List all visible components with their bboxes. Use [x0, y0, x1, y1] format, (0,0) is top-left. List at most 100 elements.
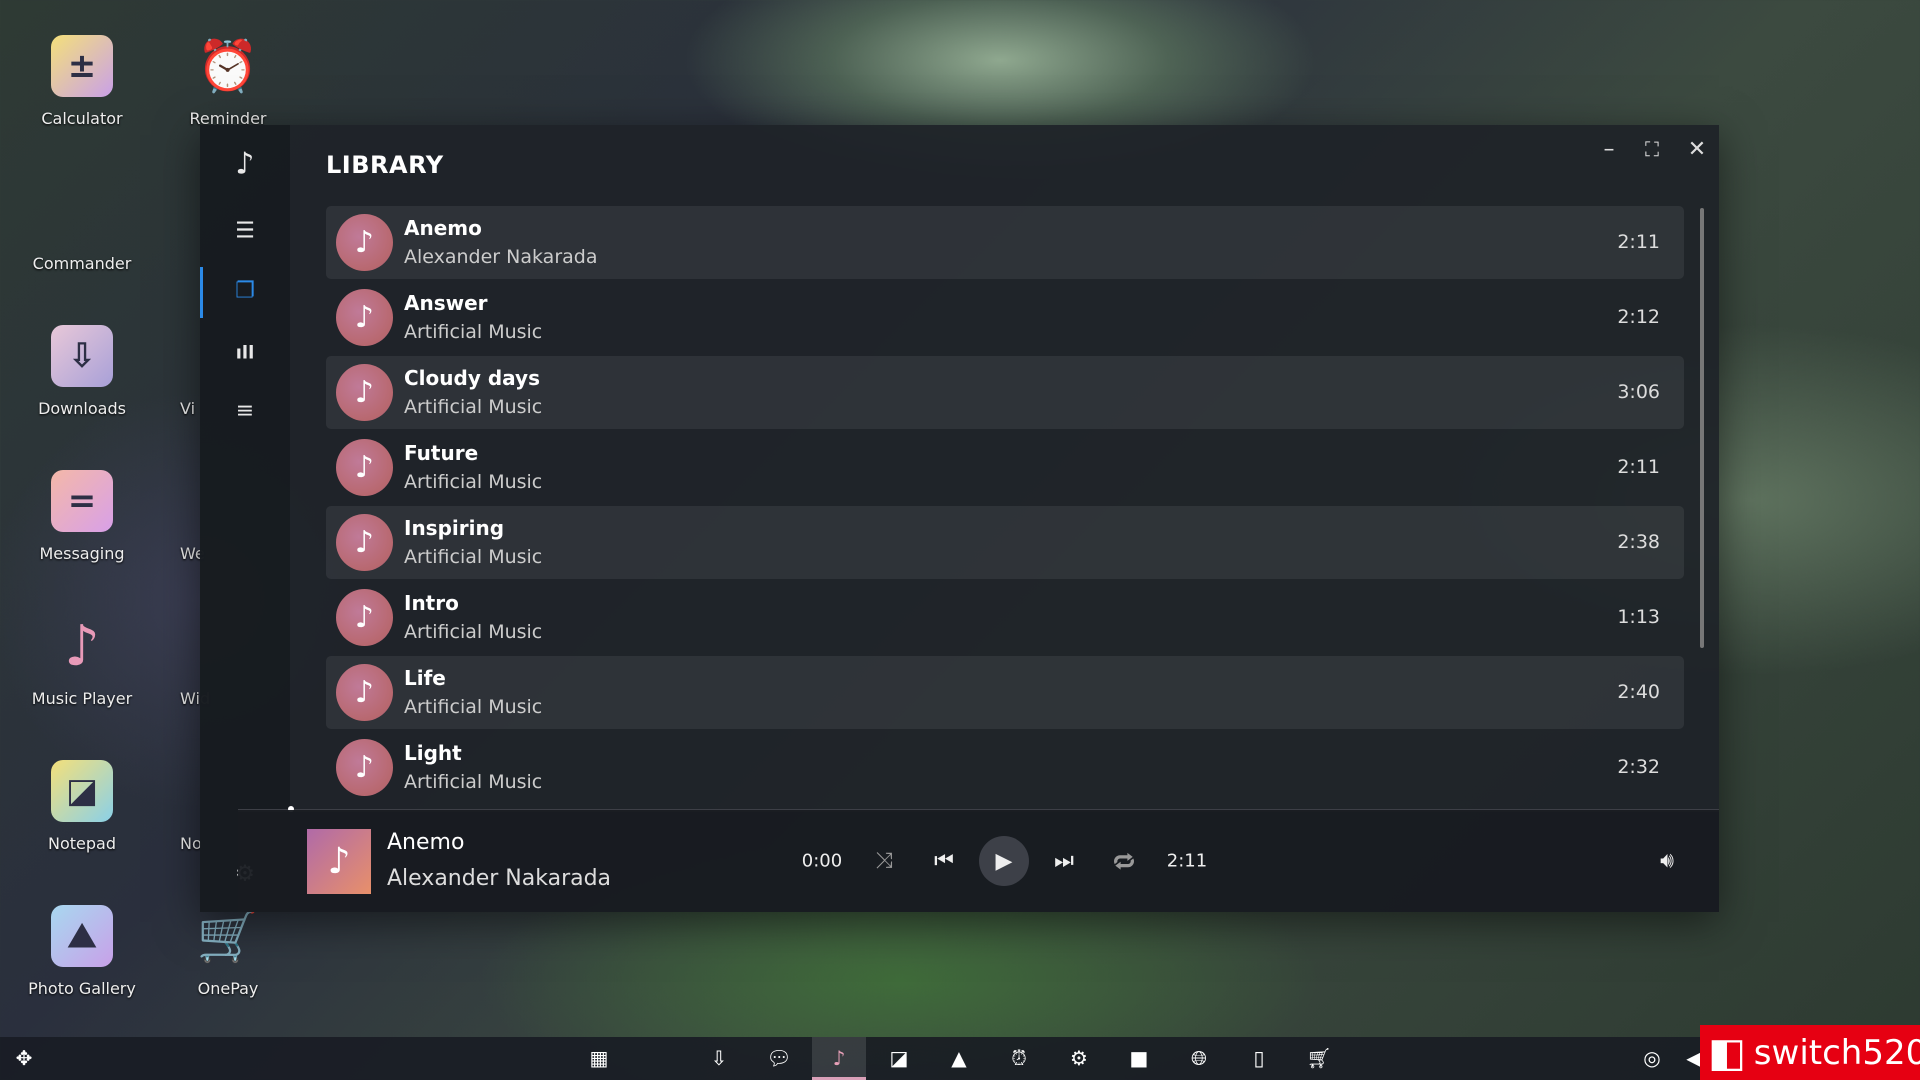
notepad-icon: ◪ — [51, 760, 113, 822]
calculator-icon: ± — [51, 35, 113, 97]
track-row[interactable]: ♪ Intro Artificial Music 1:13 — [326, 581, 1684, 654]
track-title: Future — [404, 441, 479, 465]
equalizer-icon[interactable]: ıll — [236, 343, 255, 364]
gallery-icon[interactable]: ▲ — [951, 1046, 966, 1070]
track-art-icon: ♪ — [336, 214, 393, 271]
desktop-icon[interactable]: ⏰ Reminder — [153, 35, 303, 129]
track-duration: 3:06 — [1617, 381, 1660, 403]
track-title: Cloudy days — [404, 366, 540, 390]
commander-icon — [51, 180, 113, 242]
track-row[interactable]: ♪ Cloudy days Artificial Music 3:06 — [326, 356, 1684, 429]
track-art-icon: ♪ — [336, 289, 393, 346]
previous-icon[interactable]: ⏮ — [934, 849, 954, 874]
track-art-icon: ♪ — [336, 514, 393, 571]
track-duration: 2:40 — [1617, 681, 1660, 703]
desktop-icon[interactable]: Commander — [7, 180, 157, 273]
downloads-icon: ⇩ — [51, 325, 113, 387]
track-row[interactable]: ♪ Future Artificial Music 2:11 — [326, 431, 1684, 504]
watermark-text: switch520 — [1753, 1032, 1920, 1073]
track-artist: Artificial Music — [404, 546, 543, 568]
volume-icon[interactable]: 🔊︎ — [1660, 849, 1674, 874]
desktop-icon[interactable]: ⛰ Photo Gallery — [7, 905, 157, 998]
track-title: Inspiring — [404, 516, 505, 540]
desktop-icon[interactable]: 🛒 OnePay — [153, 905, 303, 999]
desktop-icon[interactable]: ◪ Notepad — [7, 760, 157, 853]
track-artist: Artificial Music — [404, 471, 543, 493]
track-artist: Artificial Music — [404, 396, 543, 418]
desktop-icon[interactable]: ± Calculator — [7, 35, 157, 128]
menu-icon[interactable]: ☰ — [235, 219, 255, 244]
settings-icon[interactable]: ⚙ — [1070, 1046, 1088, 1070]
track-duration: 2:12 — [1617, 306, 1660, 328]
video-icon[interactable]: ■ — [1130, 1046, 1149, 1070]
scrollbar[interactable] — [1700, 208, 1704, 648]
sidebar: ♪ ☰ ❐ ıll ≡ ⚙ — [200, 125, 290, 912]
track-duration: 2:38 — [1617, 531, 1660, 553]
music-player-icon: ♪ — [64, 613, 100, 679]
track-art-icon: ♪ — [336, 589, 393, 646]
track-title: Anemo — [404, 216, 482, 240]
now-playing-bar: ♪ Anemo Alexander Nakarada 0:00 ⤨ ⏮ ▶ ⏭ … — [238, 810, 1719, 912]
calculator-icon[interactable]: ▦ — [590, 1046, 609, 1070]
track-art-icon: ♪ — [336, 739, 393, 796]
page-title: LIBRARY — [326, 151, 444, 179]
now-playing-title: Anemo — [387, 830, 465, 855]
cart-icon[interactable]: 🛒︎ — [1306, 1046, 1331, 1070]
library-icon[interactable]: ❐ — [235, 279, 255, 304]
music-icon[interactable]: ♪ — [833, 1046, 846, 1070]
track-artist: Alexander Nakarada — [404, 246, 598, 268]
switch-logo-icon: ◧ — [1708, 1029, 1746, 1076]
messaging-icon: = — [51, 470, 113, 532]
shuffle-icon[interactable]: ⤨ — [875, 849, 893, 874]
download-icon[interactable]: ⇩ — [711, 1046, 728, 1070]
music-note-icon[interactable]: ♪ — [235, 147, 254, 182]
record-icon[interactable]: ◎ — [1643, 1046, 1660, 1070]
now-playing-artist: Alexander Nakarada — [387, 866, 612, 891]
track-row[interactable]: ♪ Answer Artificial Music 2:12 — [326, 281, 1684, 354]
play-button[interactable]: ▶ — [979, 836, 1029, 886]
taskbar: ✥ ▦ ⇩ 💬︎ ♪ ◪ ▲ ⏰︎ ⚙ ■ 🌐︎ ▯ 🛒︎ ◎ ◀ — [0, 1037, 1920, 1080]
track-duration: 2:11 — [1617, 231, 1660, 253]
move-icon[interactable]: ✥ — [16, 1046, 33, 1070]
playlist-icon[interactable]: ≡ — [236, 399, 254, 424]
track-artist: Artificial Music — [404, 696, 543, 718]
message-icon[interactable]: 💬︎ — [766, 1046, 791, 1070]
track-art-icon: ♪ — [336, 439, 393, 496]
desktop-icon[interactable]: ⇩ Downloads — [7, 325, 157, 418]
track-art-icon: ♪ — [336, 364, 393, 421]
next-icon[interactable]: ⏭ — [1054, 849, 1074, 874]
total-time: 2:11 — [1166, 850, 1208, 872]
watermark: ◧ switch520 — [1700, 1025, 1920, 1080]
desktop-icon[interactable]: = Messaging — [7, 470, 157, 563]
track-row[interactable]: ♪ Life Artificial Music 2:40 — [326, 656, 1684, 729]
globe-icon[interactable]: 🌐︎ — [1191, 1046, 1207, 1070]
track-art-icon: ♪ — [336, 664, 393, 721]
alarm-icon[interactable]: ⏰︎ — [1011, 1046, 1027, 1070]
album-art: ♪ — [307, 829, 371, 894]
elapsed-time: 0:00 — [801, 850, 843, 872]
track-title: Intro — [404, 591, 459, 615]
track-duration: 2:11 — [1617, 456, 1660, 478]
track-duration: 1:13 — [1617, 606, 1660, 628]
track-row[interactable]: ♪ Anemo Alexander Nakarada 2:11 — [326, 206, 1684, 279]
notepad-icon[interactable]: ◪ — [890, 1046, 909, 1070]
track-row[interactable]: ♪ Inspiring Artificial Music 2:38 — [326, 506, 1684, 579]
close-button[interactable]: ✕ — [1682, 137, 1712, 162]
track-title: Life — [404, 666, 446, 690]
music-player-window: ♪ ☰ ❐ ıll ≡ ⚙ LIBRARY – ⛶ ✕ ♪ Anemo Alexan… — [200, 125, 1719, 912]
track-artist: Artificial Music — [404, 321, 543, 343]
track-title: Answer — [404, 291, 488, 315]
track-row[interactable]: ♪ Light Artificial Music 2:32 — [326, 731, 1684, 804]
track-duration: 2:32 — [1617, 756, 1660, 778]
minimize-button[interactable]: – — [1594, 137, 1624, 162]
widgets-icon[interactable]: ▯ — [1253, 1046, 1264, 1070]
maximize-button[interactable]: ⛶ — [1637, 137, 1667, 161]
photo-gallery-icon: ⛰ — [51, 905, 113, 967]
track-artist: Artificial Music — [404, 771, 543, 793]
app-icon: ⏰ — [196, 36, 260, 95]
active-indicator — [200, 267, 203, 318]
repeat-icon[interactable]: 🔁︎ — [1113, 845, 1135, 877]
track-artist: Artificial Music — [404, 621, 543, 643]
desktop-icon[interactable]: ♪ Music Player — [7, 613, 157, 709]
track-title: Light — [404, 741, 462, 765]
